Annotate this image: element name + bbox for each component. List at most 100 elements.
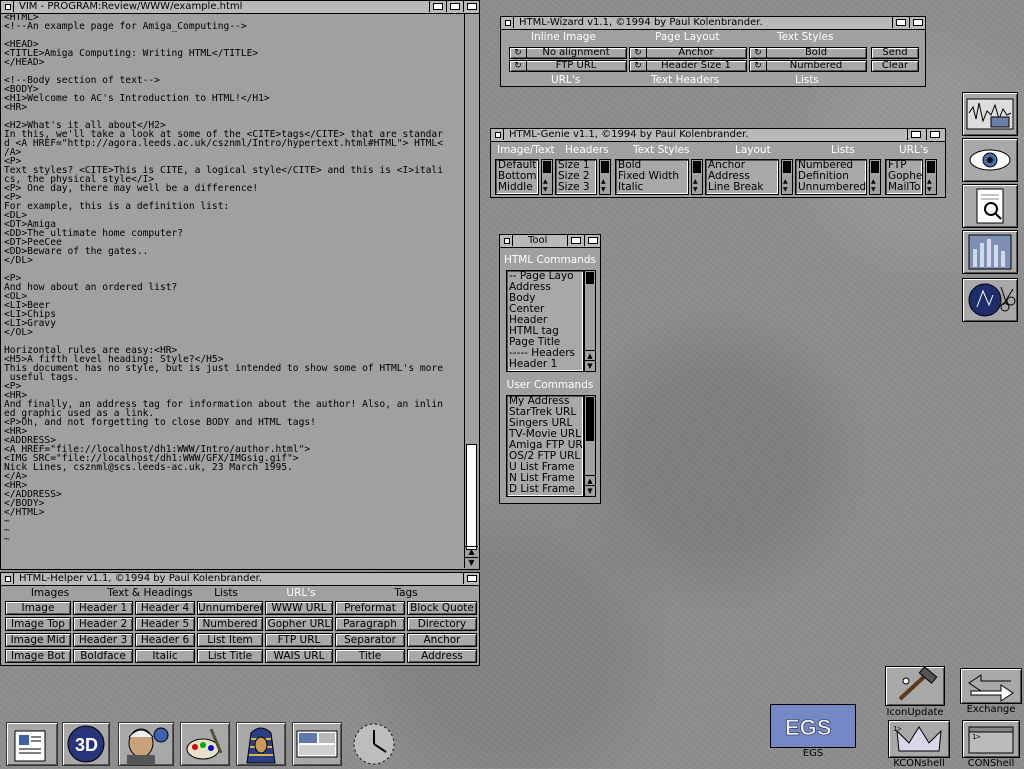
list-item[interactable]: Line Break <box>706 182 778 193</box>
helper-button[interactable]: Unnumbered <box>197 601 263 615</box>
image-tool-icon[interactable] <box>962 278 1018 322</box>
helper-button[interactable]: Header 4 <box>135 601 195 615</box>
helper-button[interactable]: Numbered <box>197 617 263 631</box>
depth-icon[interactable] <box>926 129 942 140</box>
list-item[interactable]: Gophe <box>886 171 922 182</box>
helper-titlebar[interactable]: HTML-Helper v1.1, ©1994 by Paul Kolenbra… <box>1 573 479 586</box>
list-item[interactable]: Bottom <box>496 171 538 182</box>
helper-button[interactable]: List Title <box>197 649 263 663</box>
helper-button[interactable]: Image <box>5 601 71 615</box>
list-item[interactable]: MailTo <box>886 182 922 193</box>
conshell-icon[interactable]: 1> <box>962 720 1020 758</box>
scroll-thumb[interactable] <box>466 444 477 550</box>
scroll-down-icon[interactable]: ▼ <box>465 557 478 568</box>
lists-cycle[interactable]: ↻ Numbered <box>749 60 867 72</box>
depth-icon[interactable] <box>909 17 925 28</box>
zoom-icon[interactable] <box>429 1 445 12</box>
iconupdate-icon[interactable] <box>885 666 945 706</box>
layout-scrollbar[interactable] <box>781 159 793 195</box>
list-item[interactable]: U List Frame <box>507 462 583 473</box>
editor-text[interactable]: <HTML> <!--An example page for Amiga_Com… <box>4 13 464 569</box>
headers-list[interactable]: Size 1 Size 2 Size 3 <box>555 159 597 195</box>
kconshell-icon[interactable]: 1> <box>888 720 950 758</box>
tool-titlebar[interactable]: Tool <box>500 235 600 248</box>
headers-scrollbar[interactable] <box>599 159 611 195</box>
equalizer-tool-icon[interactable] <box>962 230 1018 274</box>
html-commands-scrollbar[interactable]: ▲ ▼ <box>584 270 596 372</box>
list-item[interactable]: N List Frame <box>507 473 583 484</box>
helper-button[interactable]: Paragraph <box>335 617 405 631</box>
list-item[interactable]: Size 3 <box>556 182 596 193</box>
close-icon[interactable] <box>2 573 14 584</box>
helper-button[interactable]: Image Mid <box>5 633 71 647</box>
helper-button[interactable]: List Item <box>197 633 263 647</box>
list-item[interactable]: Default <box>496 160 538 171</box>
text-styles-list[interactable]: Bold Fixed Width Italic <box>615 159 689 195</box>
exchange-icon[interactable] <box>960 668 1022 704</box>
list-item[interactable]: Middle <box>496 182 538 193</box>
scroll-down-icon[interactable]: ▼ <box>585 360 595 371</box>
list-item[interactable]: My Address <box>507 396 583 407</box>
image-text-list[interactable]: Default Bottom Middle <box>495 159 539 195</box>
lists-scrollbar[interactable] <box>869 159 881 195</box>
list-item[interactable]: Singers URL <box>507 418 583 429</box>
helper-button[interactable]: Anchor <box>407 633 477 647</box>
list-item[interactable]: OS/2 FTP URL <box>507 451 583 462</box>
list-item[interactable]: Size 2 <box>556 171 596 182</box>
helper-button[interactable]: WWW URL <box>265 601 333 615</box>
scroll-thumb[interactable] <box>586 397 594 441</box>
helper-button[interactable]: Title <box>335 649 405 663</box>
html-wizard-window[interactable]: HTML-Wizard v1.1, ©1994 by Paul Kolenbra… <box>500 16 926 87</box>
zoom-icon[interactable] <box>892 17 908 28</box>
helper-button[interactable]: Block Quote <box>407 601 477 615</box>
helper-button[interactable]: FTP URL <box>265 633 333 647</box>
helper-button[interactable]: Header 6 <box>135 633 195 647</box>
helper-button[interactable]: WAIS URL <box>265 649 333 663</box>
zoom-icon[interactable] <box>907 129 923 140</box>
urls-scrollbar[interactable] <box>925 159 937 195</box>
vim-window[interactable]: VIM - PROGRAM:Review/WWW/example.html <H… <box>0 0 480 570</box>
page-layout-cycle[interactable]: ↻ Anchor <box>629 47 747 59</box>
scroll-up-icon[interactable]: ▲ <box>465 546 478 557</box>
list-item[interactable]: Unnumbered <box>796 182 866 193</box>
helper-button[interactable]: Preformat <box>335 601 405 615</box>
text-headers-cycle[interactable]: ↻ Header Size 1 <box>629 60 747 72</box>
dock-desk-icon[interactable] <box>292 722 342 766</box>
helper-button[interactable]: Header 2 <box>73 617 133 631</box>
scroll-thumb[interactable] <box>586 272 594 284</box>
list-item[interactable]: D List Frame <box>507 484 583 495</box>
helper-button[interactable]: Address <box>407 649 477 663</box>
url-cycle[interactable]: ↻ FTP URL <box>509 60 627 72</box>
user-commands-list[interactable]: My Address StarTrek URL Singers URL TV-Movi… <box>506 395 584 497</box>
dock-portrait-icon[interactable] <box>118 722 174 766</box>
helper-button[interactable]: Boldface <box>73 649 133 663</box>
image-text-scrollbar[interactable] <box>541 159 553 195</box>
dock-newspaper-icon[interactable] <box>6 722 58 766</box>
layout-list[interactable]: Anchor Address Line Break <box>705 159 779 195</box>
helper-button[interactable]: Separator <box>335 633 405 647</box>
close-icon[interactable] <box>2 1 14 12</box>
lists-list[interactable]: Numbered Definition Unnumbered <box>795 159 867 195</box>
html-genie-window[interactable]: HTML-Genie v1.1, ©1994 by Paul Kolenbran… <box>490 128 946 198</box>
list-item[interactable]: Address <box>507 282 583 293</box>
tool-window[interactable]: Tool HTML Commands -- Page Layo Address Bo… <box>499 234 601 504</box>
wizard-titlebar[interactable]: HTML-Wizard v1.1, ©1994 by Paul Kolenbra… <box>501 17 925 30</box>
list-item[interactable]: TV-Movie URL <box>507 429 583 440</box>
helper-button[interactable]: Header 3 <box>73 633 133 647</box>
list-item[interactable]: -- Page Layo <box>507 271 583 282</box>
dock-pharaoh-icon[interactable] <box>236 722 286 766</box>
list-item[interactable]: Center <box>507 304 583 315</box>
list-item[interactable]: HTML tag <box>507 326 583 337</box>
user-commands-scrollbar[interactable]: ▲ ▼ <box>584 395 596 497</box>
audio-tool-icon[interactable] <box>962 92 1018 136</box>
list-item[interactable]: Amiga FTP UR <box>507 440 583 451</box>
list-item[interactable]: Header 1 <box>507 359 583 370</box>
vertical-scrollbar[interactable]: ▲ ▼ <box>464 14 478 568</box>
helper-button[interactable]: Header 5 <box>135 617 195 631</box>
list-item[interactable]: StarTrek URL <box>507 407 583 418</box>
inline-image-cycle[interactable]: ↻ No alignment <box>509 47 627 59</box>
list-item[interactable]: Size 1 <box>556 160 596 171</box>
list-item[interactable]: Anchor <box>706 160 778 171</box>
helper-button[interactable]: Directory <box>407 617 477 631</box>
list-item[interactable]: Definition <box>796 171 866 182</box>
